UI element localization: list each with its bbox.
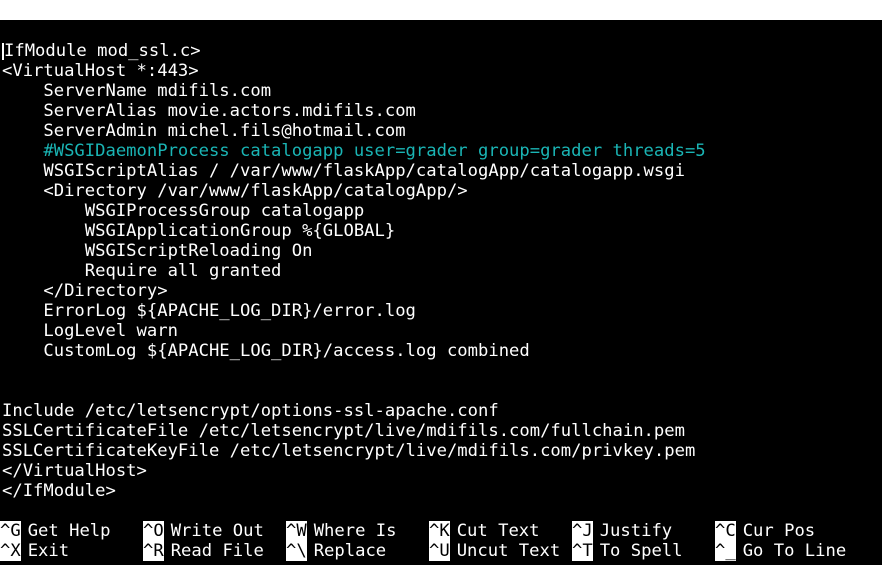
shortcut-label: Read File — [170, 541, 264, 561]
code-line-text: ServerAdmin michel.fils@hotmail.com — [2, 121, 406, 141]
code-line-text: ServerAlias movie.actors.mdifils.com — [2, 101, 416, 121]
shortcut-key: ^T — [572, 541, 593, 561]
code-line-text: <Directory /var/www/flaskApp/catalogApp/… — [2, 181, 468, 201]
shortcut-cur-pos[interactable]: ^C Cur Pos — [715, 521, 815, 541]
shortcut-key: ^C — [715, 521, 736, 541]
code-line-text: ErrorLog ${APACHE_LOG_DIR}/error.log — [2, 301, 416, 321]
shortcut-go-to-line[interactable]: ^_ Go To Line — [715, 541, 846, 561]
code-line[interactable]: LogLevel warn — [2, 321, 880, 341]
code-line-text: ServerName mdifils.com — [2, 81, 272, 101]
code-line[interactable]: ServerName mdifils.com — [2, 81, 880, 101]
code-line-text: WSGIScriptAlias / /var/www/flaskApp/cata… — [2, 161, 685, 181]
code-line[interactable]: WSGIScriptAlias / /var/www/flaskApp/cata… — [2, 161, 880, 181]
code-line-text: WSGIScriptReloading On — [2, 241, 313, 261]
code-line[interactable]: ServerAdmin michel.fils@hotmail.com — [2, 121, 880, 141]
shortcut-label: Replace — [313, 541, 387, 561]
shortcut-label: Get Help — [27, 521, 111, 541]
code-line[interactable]: WSGIProcessGroup catalogapp — [2, 201, 880, 221]
shortcut-key: ^_ — [715, 541, 736, 561]
code-line[interactable]: ErrorLog ${APACHE_LOG_DIR}/error.log — [2, 301, 880, 321]
editor-area[interactable]: IfModule mod_ssl.c> <VirtualHost *:443> S… — [2, 41, 880, 501]
shortcut-label: Justify — [599, 521, 673, 541]
code-line[interactable]: </Directory> — [2, 281, 880, 301]
shortcut-label: Write Out — [170, 521, 264, 541]
code-line[interactable]: Require all granted — [2, 261, 880, 281]
shortcut-key: ^\ — [286, 541, 307, 561]
code-line[interactable]: </IfModule> — [2, 481, 880, 501]
shortcut-to-spell[interactable]: ^T To Spell — [572, 541, 683, 561]
shortcut-cut-text[interactable]: ^K Cut Text — [429, 521, 540, 541]
window-title: GNU nano 2.9.3 /etc/apache2/sites-availa… — [24, 20, 729, 40]
code-line[interactable]: SSLCertificateFile /etc/letsencrypt/live… — [2, 421, 880, 441]
shortcut-row: ^G Get Help ^O Write Out ^W Where Is ^K Cut Tex… — [0, 521, 882, 541]
shortcut-label: Cut Text — [456, 521, 540, 541]
code-line-text: SSLCertificateKeyFile /etc/letsencrypt/l… — [2, 441, 696, 461]
shortcut-where-is[interactable]: ^W Where Is — [286, 521, 397, 541]
code-line[interactable]: IfModule mod_ssl.c> — [2, 41, 880, 61]
code-line-text: SSLCertificateFile /etc/letsencrypt/live… — [2, 421, 685, 441]
code-line[interactable]: #WSGIDaemonProcess catalogapp user=grade… — [2, 141, 880, 161]
shortcut-key: ^J — [572, 521, 593, 541]
code-line-text: Include /etc/letsencrypt/options-ssl-apa… — [2, 401, 499, 421]
shortcut-row: ^X Exit ^R Read File ^\ Replace ^U Uncut Text ^T… — [0, 541, 882, 561]
code-line-text: IfModule mod_ssl.c> — [4, 41, 201, 61]
shortcut-key: ^X — [0, 541, 21, 561]
code-line-text: </Directory> — [2, 281, 168, 301]
code-line[interactable]: Include /etc/letsencrypt/options-ssl-apa… — [2, 401, 880, 421]
shortcut-get-help[interactable]: ^G Get Help — [0, 521, 111, 541]
code-line[interactable] — [2, 381, 880, 401]
shortcut-key: ^W — [286, 521, 307, 541]
shortcut-label: Where Is — [313, 521, 397, 541]
code-line-text: LogLevel warn — [2, 321, 178, 341]
code-line[interactable]: <VirtualHost *:443> — [2, 61, 880, 81]
shortcut-key: ^O — [143, 521, 164, 541]
code-line-text: CustomLog ${APACHE_LOG_DIR}/access.log c… — [2, 341, 530, 361]
shortcut-write-out[interactable]: ^O Write Out — [143, 521, 264, 541]
shortcut-exit[interactable]: ^X Exit — [0, 541, 69, 561]
shortcut-label: Uncut Text — [456, 541, 561, 561]
code-line[interactable]: WSGIApplicationGroup %{GLOBAL} — [2, 221, 880, 241]
code-line-text: WSGIProcessGroup catalogapp — [2, 201, 365, 221]
code-line[interactable]: ServerAlias movie.actors.mdifils.com — [2, 101, 880, 121]
shortcut-key: ^G — [0, 521, 21, 541]
title-bar: GNU nano 2.9.3 /etc/apache2/sites-availa… — [0, 0, 882, 40]
code-line[interactable]: WSGIScriptReloading On — [2, 241, 880, 261]
code-line-text: WSGIApplicationGroup %{GLOBAL} — [2, 221, 396, 241]
shortcut-label: Exit — [27, 541, 70, 561]
code-line-text: </VirtualHost> — [2, 461, 147, 481]
shortcut-bar: ^G Get Help ^O Write Out ^W Where Is ^K Cut Tex… — [0, 521, 882, 561]
shortcut-key: ^R — [143, 541, 164, 561]
shortcut-read-file[interactable]: ^R Read File — [143, 541, 264, 561]
code-line-text: #WSGIDaemonProcess catalogapp user=grade… — [2, 141, 706, 161]
code-line-text: </IfModule> — [2, 481, 116, 501]
shortcut-label: Cur Pos — [742, 521, 816, 541]
shortcut-label: To Spell — [599, 541, 683, 561]
shortcut-uncut-text[interactable]: ^U Uncut Text — [429, 541, 560, 561]
code-line[interactable]: SSLCertificateKeyFile /etc/letsencrypt/l… — [2, 441, 880, 461]
shortcut-label: Go To Line — [742, 541, 847, 561]
shortcut-key: ^U — [429, 541, 450, 561]
shortcut-replace[interactable]: ^\ Replace — [286, 541, 386, 561]
code-line-text: Require all granted — [2, 261, 282, 281]
code-line[interactable]: </VirtualHost> — [2, 461, 880, 481]
shortcut-key: ^K — [429, 521, 450, 541]
code-line[interactable]: <Directory /var/www/flaskApp/catalogApp/… — [2, 181, 880, 201]
code-line[interactable]: CustomLog ${APACHE_LOG_DIR}/access.log c… — [2, 341, 880, 361]
code-line[interactable] — [2, 361, 880, 381]
shortcut-justify[interactable]: ^J Justify — [572, 521, 672, 541]
code-line-text: <VirtualHost *:443> — [2, 61, 199, 81]
